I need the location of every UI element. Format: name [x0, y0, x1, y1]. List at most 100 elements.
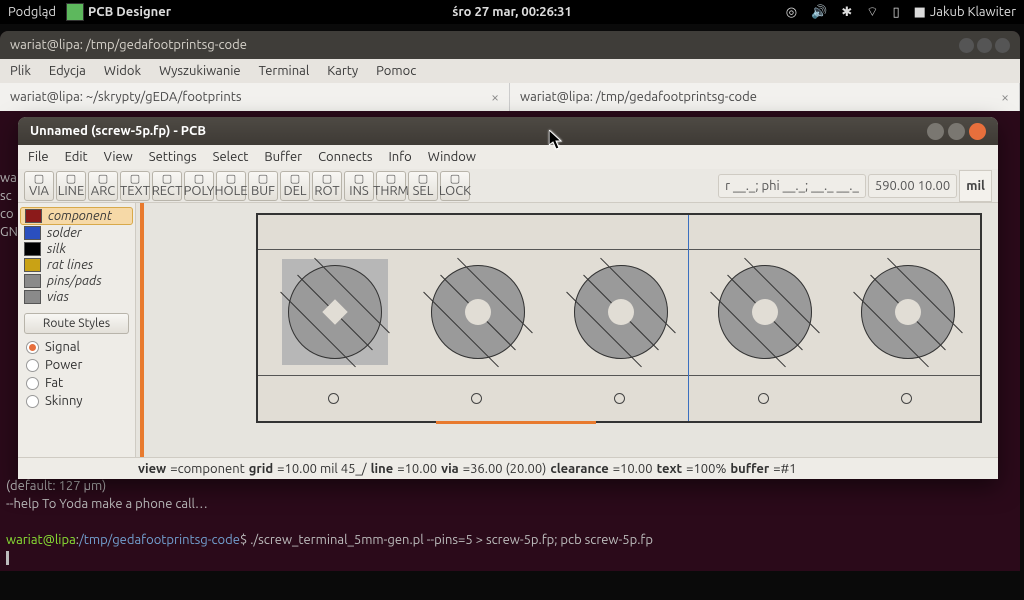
tool-thrm-button[interactable]: ▢THRM [376, 171, 406, 201]
close-icon[interactable]: × [1001, 89, 1009, 105]
drill-mark [471, 393, 482, 404]
bluetooth-icon[interactable]: ✱ [841, 5, 852, 20]
layer-swatch [24, 226, 41, 240]
layer-swatch [24, 290, 41, 304]
pcb-toolbar: ▢VIA▢LINE▢ARC▢TEXT▢RECT▢POLY▢HOLE▢BUF▢DE… [18, 169, 998, 203]
terminal-menu-item[interactable]: Widok [104, 64, 141, 78]
terminal-output-line: --help To Yoda make a phone call… [6, 495, 1014, 513]
layer-item-component[interactable]: component [20, 207, 133, 225]
terminal-menu-item[interactable]: Terminal [259, 64, 310, 78]
user-menu[interactable]: ■ Jakub Klawiter [914, 5, 1016, 20]
tool-text-button[interactable]: ▢TEXT [120, 171, 150, 201]
pcb-menubar[interactable]: File Edit View Settings Select Buffer Connects… [18, 145, 998, 169]
tool-poly-button[interactable]: ▢POLY [184, 171, 214, 201]
layer-item-rat lines[interactable]: rat lines [20, 257, 133, 273]
pcb-menu-item[interactable]: Buffer [264, 150, 302, 164]
accessibility-icon[interactable]: ◎ [786, 5, 797, 20]
terminal-menu-item[interactable]: Edycja [49, 64, 86, 78]
unit-label[interactable]: mil [959, 170, 992, 202]
terminal-tabs: wariat@lipa: ~/skrypty/gEDA/footprints×w… [0, 83, 1020, 111]
layer-swatch [24, 258, 41, 272]
minimize-button[interactable] [927, 123, 944, 140]
footprint-pad[interactable] [431, 265, 525, 359]
route-style-skinny[interactable]: Skinny [20, 392, 133, 410]
tool-rect-button[interactable]: ▢RECT [152, 171, 182, 201]
footprint-pad[interactable] [288, 265, 382, 359]
crosshair-vline [688, 215, 689, 421]
terminal-output-line: (default: 127 μm) [6, 477, 1014, 495]
tool-ins-button[interactable]: ▢INS [344, 171, 374, 201]
pcb-menu-item[interactable]: Connects [318, 150, 372, 164]
tool-del-button[interactable]: ▢DEL [280, 171, 310, 201]
footprint-pad[interactable] [718, 265, 812, 359]
terminal-tab[interactable]: wariat@lipa: ~/skrypty/gEDA/footprints× [0, 83, 510, 111]
battery-icon[interactable]: ▯ [892, 5, 899, 20]
pcb-statusbar: view=component grid=10.00 mil 45_/ line=… [18, 457, 998, 479]
footprint-pad[interactable] [574, 265, 668, 359]
terminal-prompt-line: wariat@lipa:/tmp/gedafootprintsg-code$ .… [6, 531, 1014, 549]
pcb-titlebar[interactable]: Unnamed (screw-5p.fp) - PCB [18, 117, 998, 145]
canvas-area[interactable] [136, 203, 998, 457]
tool-via-button[interactable]: ▢VIA [24, 171, 54, 201]
outline-line [258, 375, 980, 376]
radio-icon [26, 359, 39, 372]
layer-item-silk[interactable]: silk [20, 241, 133, 257]
drill-mark [328, 393, 339, 404]
activities-label[interactable]: Podgląd [8, 5, 56, 19]
layer-item-solder[interactable]: solder [20, 225, 133, 241]
drill-mark [614, 393, 625, 404]
pcb-window: Unnamed (screw-5p.fp) - PCB File Edit View… [18, 117, 998, 479]
terminal-menu-item[interactable]: Karty [327, 64, 358, 78]
coord-relative: r __._; phi __._; __._ __._ [718, 174, 866, 198]
clock[interactable]: śro 27 mar, 00:26:31 [452, 5, 572, 19]
outline-line [258, 249, 980, 250]
footprint-pad[interactable] [861, 265, 955, 359]
coord-absolute: 590.00 10.00 [868, 174, 957, 198]
close-icon[interactable]: × [491, 89, 499, 105]
splitter-handle[interactable] [140, 203, 144, 457]
pcb-menu-item[interactable]: Settings [149, 150, 197, 164]
route-style-power[interactable]: Power [20, 356, 133, 374]
tool-line-button[interactable]: ▢LINE [56, 171, 86, 201]
tool-hole-button[interactable]: ▢HOLE [216, 171, 246, 201]
maximize-button[interactable] [977, 38, 992, 53]
route-style-fat[interactable]: Fat [20, 374, 133, 392]
pcb-menu-item[interactable]: Window [428, 150, 476, 164]
terminal-menu-item[interactable]: Wyszukiwanie [159, 64, 241, 78]
pcb-canvas[interactable] [256, 213, 982, 423]
terminal-menu-item[interactable]: Plik [10, 64, 31, 78]
tool-rot-button[interactable]: ▢ROT [312, 171, 342, 201]
route-styles-button[interactable]: Route Styles [24, 313, 129, 334]
tool-buf-button[interactable]: ▢BUF [248, 171, 278, 201]
app-icon [66, 3, 84, 21]
layer-item-vias[interactable]: vias [20, 289, 133, 305]
terminal-menubar[interactable]: Plik Edycja Widok Wyszukiwanie Terminal Karty… [0, 59, 1020, 83]
route-style-signal[interactable]: Signal [20, 338, 133, 356]
tool-lock-button[interactable]: ▢LOCK [440, 171, 470, 201]
layer-swatch [24, 242, 41, 256]
tool-arc-button[interactable]: ▢ARC [88, 171, 118, 201]
terminal-menu-item[interactable]: Pomoc [376, 64, 416, 78]
gnome-top-panel: Podgląd PCB Designer śro 27 mar, 00:26:3… [0, 0, 1024, 24]
layer-swatch [25, 209, 42, 223]
close-button[interactable] [995, 38, 1010, 53]
terminal-titlebar[interactable]: wariat@lipa: /tmp/gedafootprintsg-code [0, 31, 1020, 59]
pcb-menu-item[interactable]: View [104, 150, 133, 164]
terminal-tab[interactable]: wariat@lipa: /tmp/gedafootprintsg-code× [510, 83, 1020, 111]
terminal-cursor-line [6, 549, 1014, 567]
maximize-button[interactable] [948, 123, 965, 140]
layer-swatch [24, 274, 41, 288]
pcb-title-text: Unnamed (screw-5p.fp) - PCB [30, 124, 206, 138]
wifi-icon[interactable]: ⌔ [866, 4, 878, 20]
layer-item-pins/pads[interactable]: pins/pads [20, 273, 133, 289]
radio-icon [26, 377, 39, 390]
app-label[interactable]: PCB Designer [88, 5, 171, 19]
pcb-menu-item[interactable]: Info [388, 150, 411, 164]
pcb-menu-item[interactable]: File [28, 150, 49, 164]
close-button[interactable] [969, 123, 986, 140]
volume-icon[interactable]: 🔊 [811, 5, 827, 20]
minimize-button[interactable] [959, 38, 974, 53]
pcb-menu-item[interactable]: Select [213, 150, 249, 164]
tool-sel-button[interactable]: ▢SEL [408, 171, 438, 201]
pcb-menu-item[interactable]: Edit [65, 150, 88, 164]
